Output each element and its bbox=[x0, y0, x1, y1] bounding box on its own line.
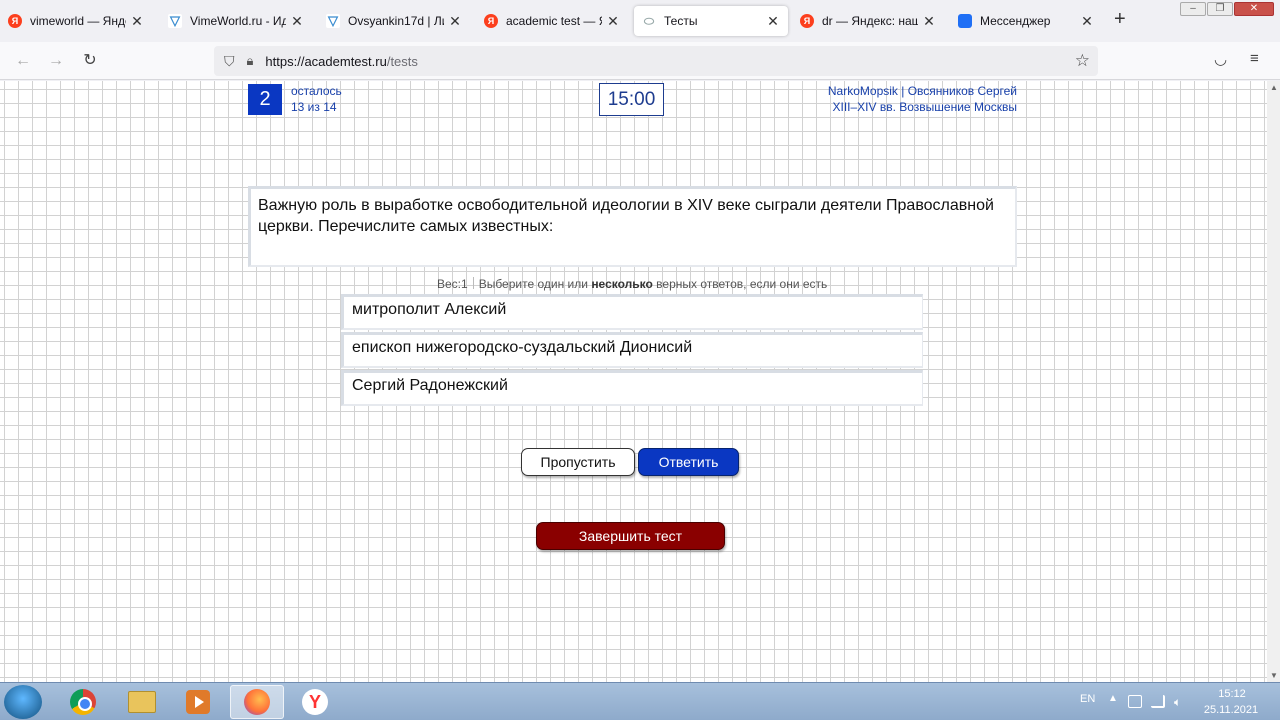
tab-strip: Я vimeworld — Яндекс ✕ ▽ VimeWorld.ru - … bbox=[0, 0, 1280, 42]
close-icon[interactable]: ✕ bbox=[1080, 13, 1094, 30]
yandex-browser-taskbar-button[interactable]: Y bbox=[288, 685, 342, 719]
messenger-icon bbox=[958, 14, 972, 28]
vimeworld-icon: ▽ bbox=[168, 13, 182, 28]
tab-messenger[interactable]: Мессенджер ✕ bbox=[950, 6, 1102, 36]
topic-title: XIII–XIV вв. Возвышение Москвы bbox=[832, 100, 1017, 114]
close-icon[interactable]: ✕ bbox=[130, 13, 144, 30]
url-text[interactable]: https://academtest.ru/tests bbox=[265, 54, 417, 69]
answer-button[interactable]: Ответить bbox=[638, 448, 739, 476]
answer-label: митрополит Алексий bbox=[352, 301, 507, 318]
folder-icon bbox=[128, 691, 156, 713]
tab-label: Тесты bbox=[664, 14, 698, 28]
remaining-label: осталось bbox=[291, 84, 342, 98]
url-path: /tests bbox=[386, 53, 418, 69]
explorer-taskbar-button[interactable] bbox=[115, 685, 169, 719]
yandex-browser-icon: Y bbox=[302, 689, 328, 715]
answer-instruction: Вес:1 Выберите один или несколько верных … bbox=[437, 277, 827, 291]
question-weight: Вес:1 bbox=[437, 277, 468, 291]
tab-label: dr — Яндекс: нашло bbox=[822, 14, 918, 28]
address-bar[interactable]: ⛉ 🔒︎ https://academtest.ru/tests ☆ bbox=[214, 46, 1098, 76]
tab-label: Ovsyankin17d | Личн bbox=[348, 14, 444, 28]
lock-icon[interactable]: 🔒︎ bbox=[247, 53, 254, 69]
academtest-icon: ⬭ bbox=[642, 13, 656, 28]
close-icon[interactable]: ✕ bbox=[448, 13, 462, 30]
remaining-count: 13 из 14 bbox=[291, 100, 337, 114]
clock-date[interactable]: 25.11.2021 bbox=[1203, 704, 1259, 716]
scroll-down-icon[interactable]: ▼ bbox=[1270, 671, 1278, 680]
answer-option-1[interactable]: митрополит Алексий bbox=[341, 294, 923, 330]
close-icon[interactable]: ✕ bbox=[766, 13, 780, 30]
close-icon[interactable]: ✕ bbox=[290, 13, 304, 30]
firefox-taskbar-button[interactable] bbox=[230, 685, 284, 719]
answer-label: епископ нижегородско-суздальский Диониси… bbox=[352, 339, 693, 356]
navigation-bar: ← → ↻ ⛉ 🔒︎ https://academtest.ru/tests ☆… bbox=[0, 42, 1280, 80]
tab-label: academic test — Янд bbox=[506, 14, 602, 28]
pocket-icon[interactable]: ◡ bbox=[1214, 50, 1227, 68]
scroll-up-icon[interactable]: ▲ bbox=[1270, 83, 1278, 92]
tray-expand-icon[interactable]: ▲ bbox=[1108, 693, 1118, 704]
user-info: NarkoMopsik | Овсянников Сергей bbox=[827, 84, 1017, 98]
url-host: https://academtest.ru bbox=[265, 53, 387, 69]
restore-icon[interactable]: ❐ bbox=[1207, 2, 1233, 16]
answer-option-2[interactable]: епископ нижегородско-суздальский Диониси… bbox=[341, 332, 923, 368]
test-page: 2 осталось 13 из 14 15:00 NarkoMopsik | … bbox=[0, 81, 1267, 682]
question-text: Важную роль в выработке освободительной … bbox=[248, 186, 1017, 267]
finish-test-button[interactable]: Завершить тест bbox=[536, 522, 725, 550]
yandex-icon: Я bbox=[484, 14, 498, 28]
tab-tests[interactable]: ⬭ Тесты ✕ bbox=[634, 6, 788, 36]
vimeworld-icon: ▽ bbox=[326, 13, 340, 28]
usb-icon[interactable] bbox=[1128, 695, 1142, 708]
taskbar: Y EN ▲ 🔈︎ 15:12 25.11.2021 bbox=[0, 682, 1280, 720]
skip-button[interactable]: Пропустить bbox=[521, 448, 635, 476]
tab-academic-test-search[interactable]: Я academic test — Янд ✕ bbox=[476, 6, 628, 36]
yandex-icon: Я bbox=[8, 14, 22, 28]
chrome-taskbar-button[interactable] bbox=[56, 685, 110, 719]
tab-dr-search[interactable]: Я dr — Яндекс: нашло ✕ bbox=[792, 6, 944, 36]
yandex-icon: Я bbox=[800, 14, 814, 28]
shield-icon[interactable]: ⛉ bbox=[224, 53, 235, 70]
minimize-icon[interactable]: – bbox=[1180, 2, 1206, 16]
tab-label: VimeWorld.ru - Идеа bbox=[190, 14, 286, 28]
close-icon[interactable]: ✕ bbox=[922, 13, 936, 30]
vertical-scrollbar[interactable]: ▲ ▼ bbox=[1267, 81, 1280, 682]
instruction-text-end: верных ответов, если они есть bbox=[656, 277, 828, 291]
reload-icon[interactable]: ↻ bbox=[79, 50, 101, 72]
firefox-icon bbox=[244, 689, 270, 715]
forward-icon[interactable]: → bbox=[45, 50, 67, 72]
instruction-emphasis: несколько bbox=[591, 277, 653, 291]
new-tab-icon[interactable]: + bbox=[1114, 8, 1126, 31]
bookmark-star-icon[interactable]: ☆ bbox=[1075, 51, 1090, 71]
network-icon[interactable] bbox=[1151, 695, 1165, 708]
instruction-text: Выберите один или bbox=[478, 277, 588, 291]
volume-icon[interactable]: 🔈︎ bbox=[1174, 695, 1188, 709]
chrome-icon bbox=[70, 689, 96, 715]
start-button[interactable] bbox=[4, 685, 42, 719]
language-indicator[interactable]: EN bbox=[1080, 693, 1095, 705]
back-icon[interactable]: ← bbox=[12, 50, 34, 72]
tab-vimeworld-search[interactable]: Я vimeworld — Яндекс ✕ bbox=[0, 6, 152, 36]
close-window-icon[interactable]: ✕ bbox=[1234, 2, 1274, 16]
media-player-icon bbox=[186, 690, 210, 714]
media-player-taskbar-button[interactable] bbox=[171, 685, 225, 719]
close-icon[interactable]: ✕ bbox=[606, 13, 620, 30]
answer-option-3[interactable]: Сергий Радонежский bbox=[341, 370, 923, 406]
menu-icon[interactable]: ≡ bbox=[1250, 50, 1259, 67]
answer-label: Сергий Радонежский bbox=[352, 377, 508, 394]
question-counter: 2 bbox=[248, 84, 282, 115]
tab-ovsyankin-profile[interactable]: ▽ Ovsyankin17d | Личн ✕ bbox=[318, 6, 470, 36]
clock-time[interactable]: 15:12 bbox=[1206, 688, 1258, 700]
tab-vimeworld-ideas[interactable]: ▽ VimeWorld.ru - Идеа ✕ bbox=[160, 6, 312, 36]
timer: 15:00 bbox=[599, 83, 664, 116]
tab-label: Мессенджер bbox=[980, 14, 1051, 28]
tab-label: vimeworld — Яндекс bbox=[30, 14, 126, 28]
